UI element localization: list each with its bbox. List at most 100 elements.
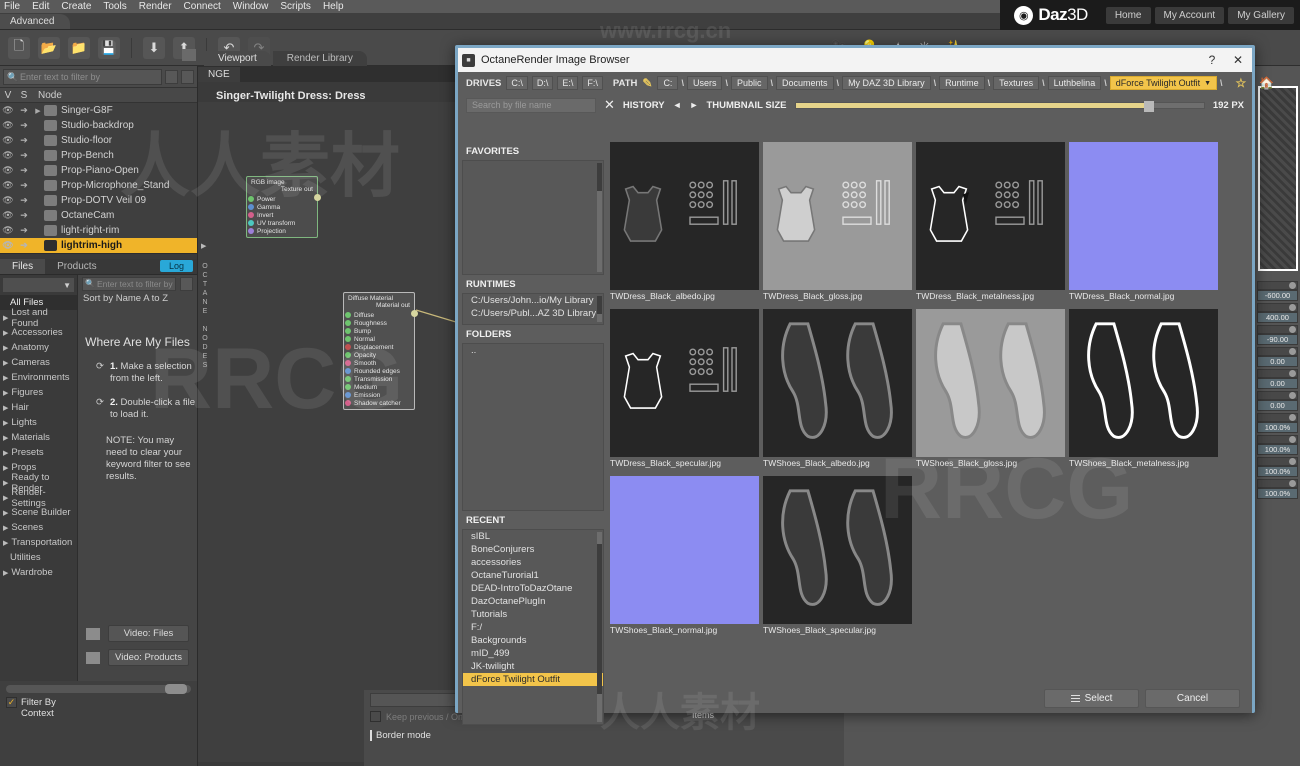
- import-icon[interactable]: ⬇: [143, 36, 165, 59]
- file-category-anatomy[interactable]: ▶ Anatomy: [0, 340, 77, 355]
- path-crumb[interactable]: Users: [686, 76, 723, 90]
- visibility-eye-icon[interactable]: 👁: [0, 240, 16, 251]
- path-crumb[interactable]: Textures: [993, 76, 1040, 90]
- category-dropdown[interactable]: ▼: [2, 277, 75, 293]
- port-dot[interactable]: [248, 212, 254, 218]
- path-crumb[interactable]: Public: [730, 76, 768, 90]
- panel-options-icon[interactable]: [182, 49, 196, 61]
- file-category-hair[interactable]: ▶ Hair: [0, 400, 77, 415]
- path-crumb[interactable]: Luthbelina: [1047, 76, 1102, 90]
- slider-knob[interactable]: [1289, 370, 1296, 377]
- port-dot[interactable]: [345, 392, 351, 398]
- node-port[interactable]: Transmission: [344, 375, 414, 383]
- node-port[interactable]: Smooth: [344, 359, 414, 367]
- home-icon[interactable]: 🏠: [1259, 76, 1274, 90]
- node-port[interactable]: Power: [247, 195, 317, 203]
- runtimes-list[interactable]: C:/Users/John...io/My Library C:/Users/Pu…: [462, 293, 604, 325]
- selectable-arrow-icon[interactable]: ➔: [16, 105, 32, 116]
- close-icon[interactable]: ✕: [1228, 50, 1248, 70]
- node-port[interactable]: Diffuse: [344, 311, 414, 319]
- favorites-scrollbar[interactable]: [597, 163, 602, 272]
- recent-item[interactable]: mID_499: [463, 647, 603, 660]
- tab-products[interactable]: Products: [45, 259, 108, 274]
- file-category-scenes[interactable]: ▶ Scenes: [0, 520, 77, 535]
- node-port[interactable]: Invert: [247, 211, 317, 219]
- files-filter-input[interactable]: 🔍 Enter text to filter by: [82, 277, 176, 291]
- path-crumb[interactable]: Documents: [776, 76, 834, 90]
- file-category-materials[interactable]: ▶ Materials: [0, 430, 77, 445]
- thumbnail-image[interactable]: [916, 309, 1065, 457]
- scene-node-row[interactable]: 👁 ➔ ▶ Singer-G8F: [0, 103, 197, 118]
- folders-list[interactable]: ..: [462, 343, 604, 511]
- thumbnail-image[interactable]: [1069, 142, 1218, 290]
- history-forward-icon[interactable]: ►: [690, 100, 699, 110]
- port-dot[interactable]: [345, 368, 351, 374]
- node-canvas[interactable]: O C T A N E N O D E S ▶ RGB image Textur…: [198, 102, 456, 762]
- parameter-row[interactable]: 0.00: [1257, 391, 1298, 411]
- scene-node-row[interactable]: 👁 ➔ Prop-Piano-Open: [0, 163, 197, 178]
- pencil-icon[interactable]: ✎: [642, 76, 652, 90]
- tab-files[interactable]: Files: [0, 259, 46, 274]
- thumbnail-cell[interactable]: TWShoes_Black_gloss.jpg: [916, 309, 1065, 472]
- slider-knob[interactable]: [1289, 480, 1296, 487]
- slider-knob[interactable]: [1289, 436, 1296, 443]
- open-recent-icon[interactable]: 📁: [68, 36, 90, 59]
- port-dot[interactable]: [248, 204, 254, 210]
- parameter-slider[interactable]: [1257, 325, 1298, 334]
- scene-search-clear-button[interactable]: [165, 69, 178, 84]
- thumbnail-image[interactable]: [1069, 309, 1218, 457]
- visibility-eye-icon[interactable]: 👁: [0, 150, 16, 161]
- node-port[interactable]: Projection: [247, 227, 317, 235]
- tab-nge[interactable]: NGE: [198, 66, 240, 82]
- node-port[interactable]: Emission: [344, 391, 414, 399]
- node-port[interactable]: Bump: [344, 327, 414, 335]
- parameter-slider[interactable]: [1257, 413, 1298, 422]
- recent-item[interactable]: DazOctanePlugIn: [463, 595, 603, 608]
- cancel-button[interactable]: Cancel: [1145, 688, 1240, 708]
- slider-knob[interactable]: [1289, 304, 1296, 311]
- path-crumb[interactable]: C:: [657, 76, 679, 90]
- recent-item[interactable]: BoneConjurers: [463, 543, 603, 556]
- file-search-input[interactable]: Search by file name: [466, 97, 596, 113]
- files-filter-clear-button[interactable]: [180, 277, 193, 291]
- recent-item[interactable]: JK-twilight: [463, 660, 603, 673]
- recent-item[interactable]: DEAD-IntroToDazOtane: [463, 582, 603, 595]
- node-port[interactable]: Shadow catcher: [344, 399, 414, 407]
- thumbnail-cell[interactable]: TWDress_Black_normal.jpg: [1069, 142, 1218, 305]
- thumbnail-cell[interactable]: TWDress_Black_gloss.jpg: [763, 142, 912, 305]
- recent-item[interactable]: Backgrounds: [463, 634, 603, 647]
- scene-node-row[interactable]: 👁 ➔ Prop-Microphone_Stand: [0, 178, 197, 193]
- file-category-lost-and-found[interactable]: ▶ Lost and Found: [0, 307, 77, 329]
- scene-node-row[interactable]: 👁 ➔ Studio-backdrop: [0, 118, 197, 133]
- path-crumb[interactable]: My DAZ 3D Library: [842, 76, 931, 90]
- port-dot[interactable]: [248, 228, 254, 234]
- path-crumb-current[interactable]: dForce Twilight Outfit ▼: [1109, 76, 1218, 90]
- parameter-row[interactable]: 100.0%: [1257, 435, 1298, 455]
- menu-item-help[interactable]: Help: [323, 1, 344, 12]
- tab-render-library[interactable]: Render Library: [272, 51, 367, 66]
- port-dot[interactable]: [248, 220, 254, 226]
- horizontal-scrollbar[interactable]: [6, 684, 191, 694]
- daz-link-home[interactable]: Home: [1105, 6, 1151, 24]
- node-port[interactable]: Rounded edges: [344, 367, 414, 375]
- visibility-eye-icon[interactable]: 👁: [0, 105, 16, 116]
- thumbnail-image[interactable]: [610, 309, 759, 457]
- scene-node-row[interactable]: 👁 ➔ Prop-DOTV Veil 09: [0, 193, 197, 208]
- port-dot[interactable]: [345, 360, 351, 366]
- scene-node-row[interactable]: 👁 ➔ Prop-Bench: [0, 148, 197, 163]
- output-port-dot[interactable]: [411, 310, 418, 317]
- runtimes-scrollbar[interactable]: [597, 296, 602, 322]
- parameter-slider[interactable]: [1257, 435, 1298, 444]
- thumbnail-image[interactable]: [763, 476, 912, 624]
- drive-button[interactable]: F:\: [582, 76, 603, 90]
- visibility-eye-icon[interactable]: 👁: [0, 225, 16, 236]
- runtime-item[interactable]: C:/Users/Publ...AZ 3D Library: [463, 307, 603, 320]
- parameter-value[interactable]: 100.0%: [1257, 466, 1298, 477]
- filter-by-context-checkbox[interactable]: ✓: [6, 697, 17, 708]
- daz-link-account[interactable]: My Account: [1154, 6, 1225, 24]
- parameter-slider[interactable]: [1257, 369, 1298, 378]
- menu-item-create[interactable]: Create: [61, 1, 91, 12]
- star-icon[interactable]: ☆: [1236, 76, 1247, 90]
- scrollbar-thumb[interactable]: [165, 684, 187, 694]
- selectable-arrow-icon[interactable]: ➔: [16, 225, 32, 236]
